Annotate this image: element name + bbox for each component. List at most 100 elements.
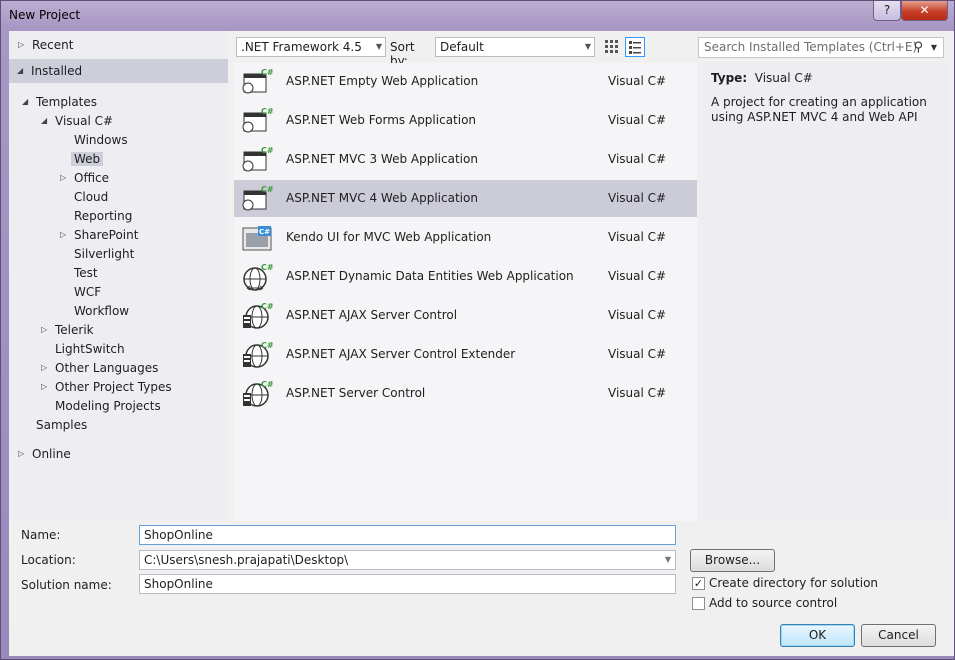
tree-item-recent[interactable]: ▷ Recent <box>18 36 74 54</box>
sort-dropdown[interactable]: Default ▼ <box>435 37 595 57</box>
template-language: Visual C# <box>608 230 667 244</box>
template-row[interactable]: C# ASP.NET Dynamic Data Entities Web App… <box>234 258 697 295</box>
search-input[interactable]: Search Installed Templates (Ctrl+E) ⚲ ▼ <box>698 37 944 58</box>
grid-view-icon <box>605 40 618 53</box>
template-row-selected[interactable]: C# ASP.NET MVC 4 Web Application Visual … <box>234 180 697 217</box>
tree-item-silverlight[interactable]: Silverlight <box>74 245 134 263</box>
template-row[interactable]: C# ASP.NET AJAX Server Control Extender … <box>234 336 697 373</box>
small-icons-view-button[interactable] <box>601 37 621 57</box>
expand-arrow-icon[interactable]: ▷ <box>41 321 47 339</box>
template-language: Visual C# <box>608 347 667 361</box>
tree-label: Test <box>74 266 98 280</box>
template-list: C# ASP.NET Empty Web Application Visual … <box>234 63 697 521</box>
tree-item-office[interactable]: ▷ Office <box>60 169 110 187</box>
tree-label: Modeling Projects <box>55 399 161 413</box>
tree-item-other-project-types[interactable]: ▷ Other Project Types <box>41 378 172 396</box>
tree-label: Other Languages <box>55 361 159 375</box>
tree-label: Reporting <box>74 209 133 223</box>
tree-item-test[interactable]: Test <box>74 264 98 282</box>
template-row[interactable]: C# ASP.NET MVC 3 Web Application Visual … <box>234 141 697 178</box>
tree-item-visual-csharp[interactable]: ◢ Visual C# <box>41 112 113 130</box>
tree-item-online[interactable]: ▷ Online <box>18 445 71 463</box>
template-language: Visual C# <box>608 269 667 283</box>
kendo-project-icon: C# <box>242 226 272 251</box>
tree-item-wcf[interactable]: WCF <box>74 283 101 301</box>
help-button[interactable]: ? <box>873 1 901 21</box>
tree-label: Other Project Types <box>55 380 172 394</box>
tree-item-reporting[interactable]: Reporting <box>74 207 132 225</box>
svg-text:C#: C# <box>261 263 273 272</box>
tree-label: Office <box>74 171 110 185</box>
template-row[interactable]: C# ASP.NET Server Control Visual C# <box>234 375 697 412</box>
svg-text:C#: C# <box>261 146 273 155</box>
close-button[interactable]: ✕ <box>901 1 948 21</box>
source-control-label: Add to source control <box>709 596 838 610</box>
source-control-checkbox[interactable] <box>692 597 705 610</box>
tree-item-sharepoint[interactable]: ▷ SharePoint <box>60 226 139 244</box>
tree-item-cloud[interactable]: Cloud <box>74 188 108 206</box>
type-value: Visual C# <box>754 71 813 85</box>
tree-item-web[interactable]: Web <box>71 150 104 168</box>
expand-arrow-icon[interactable]: ▷ <box>18 445 24 463</box>
expand-arrow-icon[interactable]: ▷ <box>60 226 66 244</box>
template-language: Visual C# <box>608 74 667 88</box>
check-icon: ✓ <box>693 577 704 590</box>
web-project-icon: C# <box>242 107 273 133</box>
svg-text:C#: C# <box>259 228 270 236</box>
solution-name-label: Solution name: <box>21 578 112 592</box>
tree-item-modeling-projects[interactable]: Modeling Projects <box>55 397 161 415</box>
tree-label: WCF <box>74 285 102 299</box>
tree-item-telerik[interactable]: ▷ Telerik <box>41 321 94 339</box>
collapse-arrow-icon[interactable]: ◢ <box>22 93 28 111</box>
tree-label: SharePoint <box>74 228 139 242</box>
expand-arrow-icon[interactable]: ▷ <box>41 359 47 377</box>
search-icon[interactable]: ⚲ <box>913 38 923 57</box>
collapse-arrow-icon[interactable]: ◢ <box>17 62 23 80</box>
template-language: Visual C# <box>608 152 667 166</box>
template-language: Visual C# <box>608 308 667 322</box>
svg-text:C#: C# <box>261 341 273 350</box>
expand-arrow-icon[interactable]: ▷ <box>60 169 66 187</box>
expand-arrow-icon[interactable]: ▷ <box>41 378 47 396</box>
location-field[interactable]: C:\Users\snesh.prajapati\Desktop\ ▼ <box>139 550 676 570</box>
tree-item-installed[interactable]: ◢ Installed <box>17 62 83 80</box>
template-language: Visual C# <box>608 191 667 205</box>
svg-text:C#: C# <box>261 185 273 194</box>
template-name: ASP.NET MVC 3 Web Application <box>286 152 478 166</box>
location-value: C:\Users\snesh.prajapati\Desktop\ <box>144 553 349 567</box>
dialog-client: ▷ Recent ◢ Installed ◢ Templates ◢ Visual C#… <box>9 31 954 656</box>
template-name: ASP.NET MVC 4 Web Application <box>286 191 478 205</box>
details-description: A project for creating an application us… <box>711 95 927 124</box>
create-directory-checkbox[interactable]: ✓ <box>692 577 705 590</box>
tree-item-lightswitch[interactable]: LightSwitch <box>55 340 125 358</box>
web-project-icon: C# <box>242 146 273 172</box>
chevron-down-icon[interactable]: ▼ <box>665 551 671 569</box>
svg-text:C#: C# <box>261 380 273 389</box>
browse-button[interactable]: Browse... <box>690 549 775 572</box>
tree-label: Recent <box>32 38 74 52</box>
tree-item-workflow[interactable]: Workflow <box>74 302 129 320</box>
list-view-button[interactable] <box>625 37 645 57</box>
name-field[interactable]: ShopOnline <box>139 525 676 545</box>
template-row[interactable]: C# ASP.NET AJAX Server Control Visual C# <box>234 297 697 334</box>
tree-label: Windows <box>74 133 128 147</box>
template-row[interactable]: C# ASP.NET Empty Web Application Visual … <box>234 63 697 100</box>
tree-item-templates[interactable]: ◢ Templates <box>22 93 97 111</box>
template-name: ASP.NET Web Forms Application <box>286 113 477 127</box>
template-row[interactable]: C# ASP.NET Web Forms Application Visual … <box>234 102 697 139</box>
web-project-icon: C# <box>242 185 273 211</box>
expand-arrow-icon[interactable]: ▷ <box>18 36 24 54</box>
cancel-button[interactable]: Cancel <box>861 624 936 647</box>
tree-item-samples[interactable]: Samples <box>36 416 87 434</box>
tree-label: Silverlight <box>74 247 135 261</box>
web-project-icon: C# <box>242 68 273 94</box>
tree-item-other-languages[interactable]: ▷ Other Languages <box>41 359 159 377</box>
solution-name-field[interactable]: ShopOnline <box>139 574 676 594</box>
ok-button[interactable]: OK <box>780 624 855 647</box>
template-row[interactable]: C# Kendo UI for MVC Web Application Visu… <box>234 219 697 256</box>
collapse-arrow-icon[interactable]: ◢ <box>41 112 47 130</box>
chevron-down-icon[interactable]: ▼ <box>931 38 937 57</box>
framework-dropdown[interactable]: .NET Framework 4.5 ▼ <box>236 37 386 57</box>
tree-label: Installed <box>31 64 83 78</box>
tree-item-windows[interactable]: Windows <box>74 131 128 149</box>
